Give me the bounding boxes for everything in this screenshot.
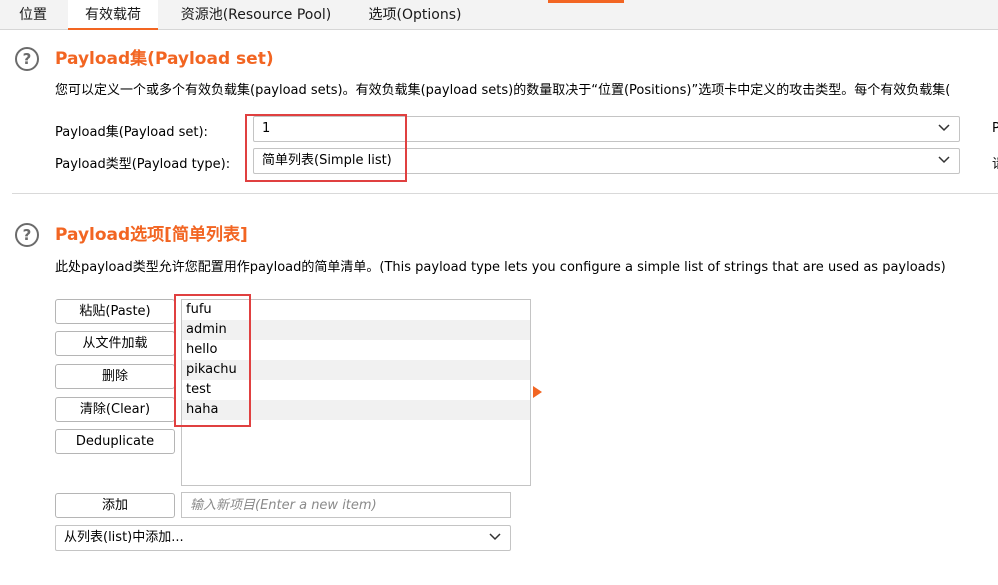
payload-options-description: 此处payload类型允许您配置用作payload的简单清单。(This pay… bbox=[55, 260, 946, 275]
expand-arrow-icon[interactable] bbox=[533, 386, 542, 398]
paste-button[interactable]: 粘贴(Paste) bbox=[55, 299, 175, 324]
payload-set-description: 您可以定义一个或多个有效负载集(payload sets)。有效负载集(payl… bbox=[55, 83, 951, 98]
payload-set-label: Payload集(Payload set): bbox=[55, 125, 208, 140]
payload-set-value: 1 bbox=[262, 121, 271, 136]
chevron-down-icon bbox=[938, 156, 950, 164]
payload-options-title: Payload选项[简单列表] bbox=[55, 225, 248, 245]
add-button[interactable]: 添加 bbox=[55, 493, 175, 518]
add-from-list-value: 从列表(list)中添加... bbox=[64, 530, 184, 545]
tab-accent-line bbox=[548, 0, 624, 3]
payload-set-title: Payload集(Payload set) bbox=[55, 49, 274, 69]
list-item[interactable]: admin bbox=[182, 320, 530, 340]
tab-positions[interactable]: 位置 bbox=[8, 0, 58, 30]
help-icon[interactable]: ? bbox=[15, 223, 39, 247]
chevron-down-icon bbox=[938, 124, 950, 132]
list-item[interactable]: haha bbox=[182, 400, 530, 420]
payload-type-value: 简单列表(Simple list) bbox=[262, 153, 392, 168]
load-from-file-button[interactable]: 从文件加载 bbox=[55, 331, 175, 356]
tab-payloads[interactable]: 有效载荷 bbox=[68, 0, 158, 30]
remove-button[interactable]: 删除 bbox=[55, 364, 175, 389]
payload-type-label: Payload类型(Payload type): bbox=[55, 157, 231, 172]
deduplicate-button[interactable]: Deduplicate bbox=[55, 429, 175, 454]
payload-list[interactable]: fufu admin hello pikachu test haha bbox=[181, 299, 531, 486]
clipped-label-right: 请 bbox=[992, 153, 998, 172]
payload-set-select[interactable]: 1 bbox=[253, 116, 960, 142]
list-item[interactable]: pikachu bbox=[182, 360, 530, 380]
tab-options[interactable]: 选项(Options) bbox=[360, 0, 470, 30]
add-from-list-select[interactable]: 从列表(list)中添加... bbox=[55, 525, 511, 551]
list-item[interactable]: hello bbox=[182, 340, 530, 360]
tab-bar: 位置 有效载荷 资源池(Resource Pool) 选项(Options) bbox=[0, 0, 998, 30]
list-item[interactable]: test bbox=[182, 380, 530, 400]
list-item[interactable]: fufu bbox=[182, 300, 530, 320]
clipped-label-right: P bbox=[992, 121, 998, 136]
chevron-down-icon bbox=[489, 533, 501, 541]
help-icon[interactable]: ? bbox=[15, 47, 39, 71]
clear-button[interactable]: 清除(Clear) bbox=[55, 397, 175, 422]
new-item-input[interactable] bbox=[181, 492, 511, 518]
section-divider bbox=[12, 193, 998, 194]
tab-resource-pool[interactable]: 资源池(Resource Pool) bbox=[174, 0, 338, 30]
payload-type-select[interactable]: 简单列表(Simple list) bbox=[253, 148, 960, 174]
